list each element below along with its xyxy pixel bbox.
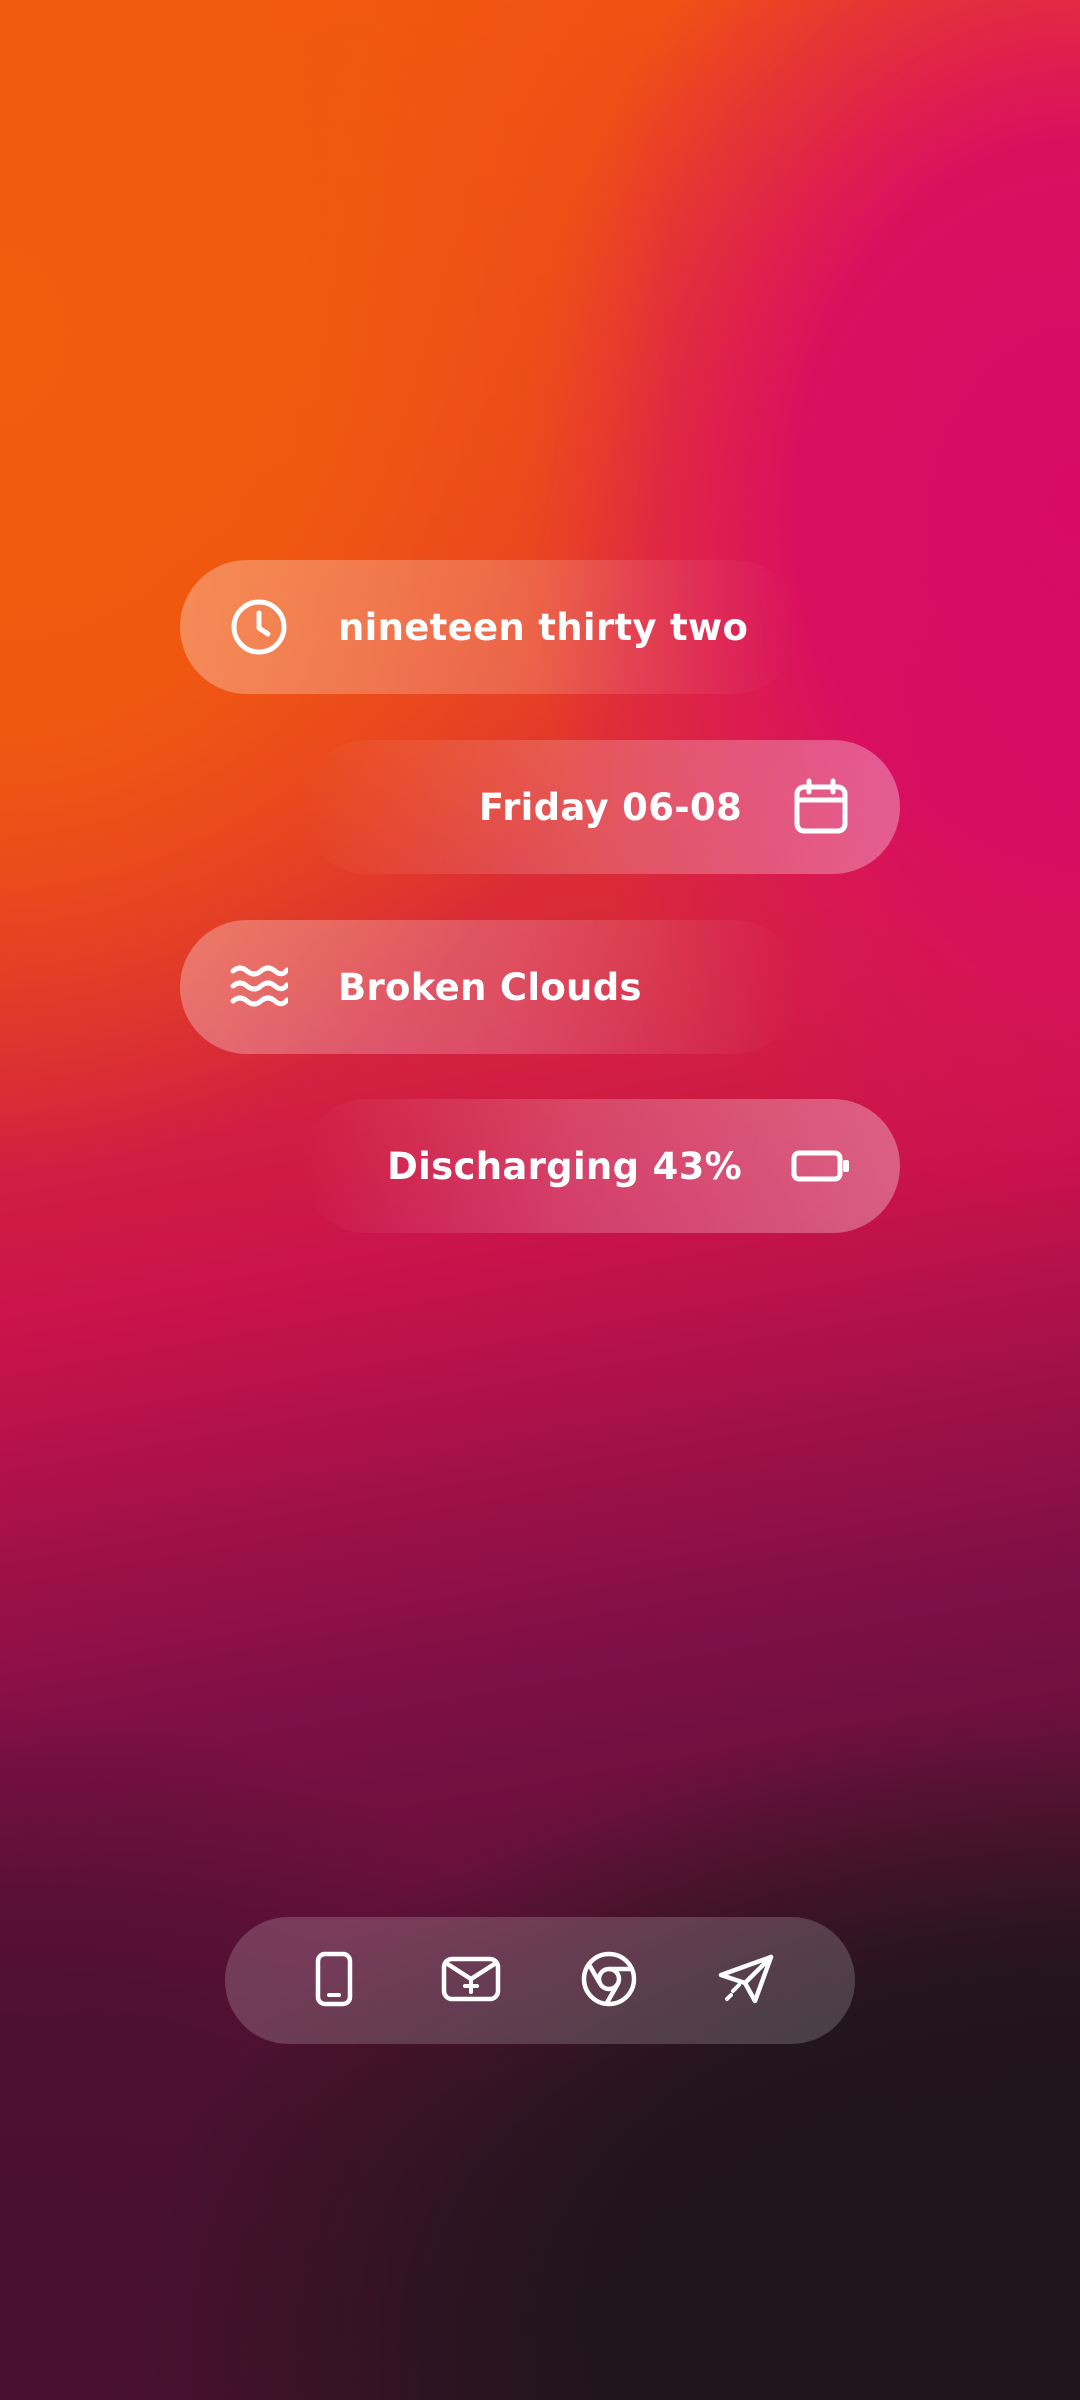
waves-icon <box>228 956 290 1018</box>
chrome-icon <box>580 1950 638 2012</box>
date-widget[interactable]: Friday 06-08 <box>300 740 900 874</box>
browser-app-button[interactable] <box>571 1943 647 2019</box>
weather-widget[interactable]: Broken Clouds <box>180 920 800 1054</box>
battery-text: Discharging 43% <box>387 1144 742 1188</box>
email-icon <box>441 1955 501 2007</box>
email-app-button[interactable] <box>433 1943 509 2019</box>
calendar-icon <box>790 776 852 838</box>
send-icon <box>717 1953 775 2009</box>
phone-app-button[interactable] <box>296 1943 372 2019</box>
weather-text: Broken Clouds <box>338 965 642 1009</box>
messaging-app-button[interactable] <box>708 1943 784 2019</box>
phone-icon <box>314 1951 354 2011</box>
battery-widget[interactable]: Discharging 43% <box>300 1099 900 1233</box>
time-text: nineteen thirty two <box>338 605 749 649</box>
app-dock <box>225 1917 855 2044</box>
time-widget[interactable]: nineteen thirty two <box>180 560 800 694</box>
battery-icon <box>790 1135 852 1197</box>
date-text: Friday 06-08 <box>478 785 742 829</box>
clock-icon <box>228 596 290 658</box>
